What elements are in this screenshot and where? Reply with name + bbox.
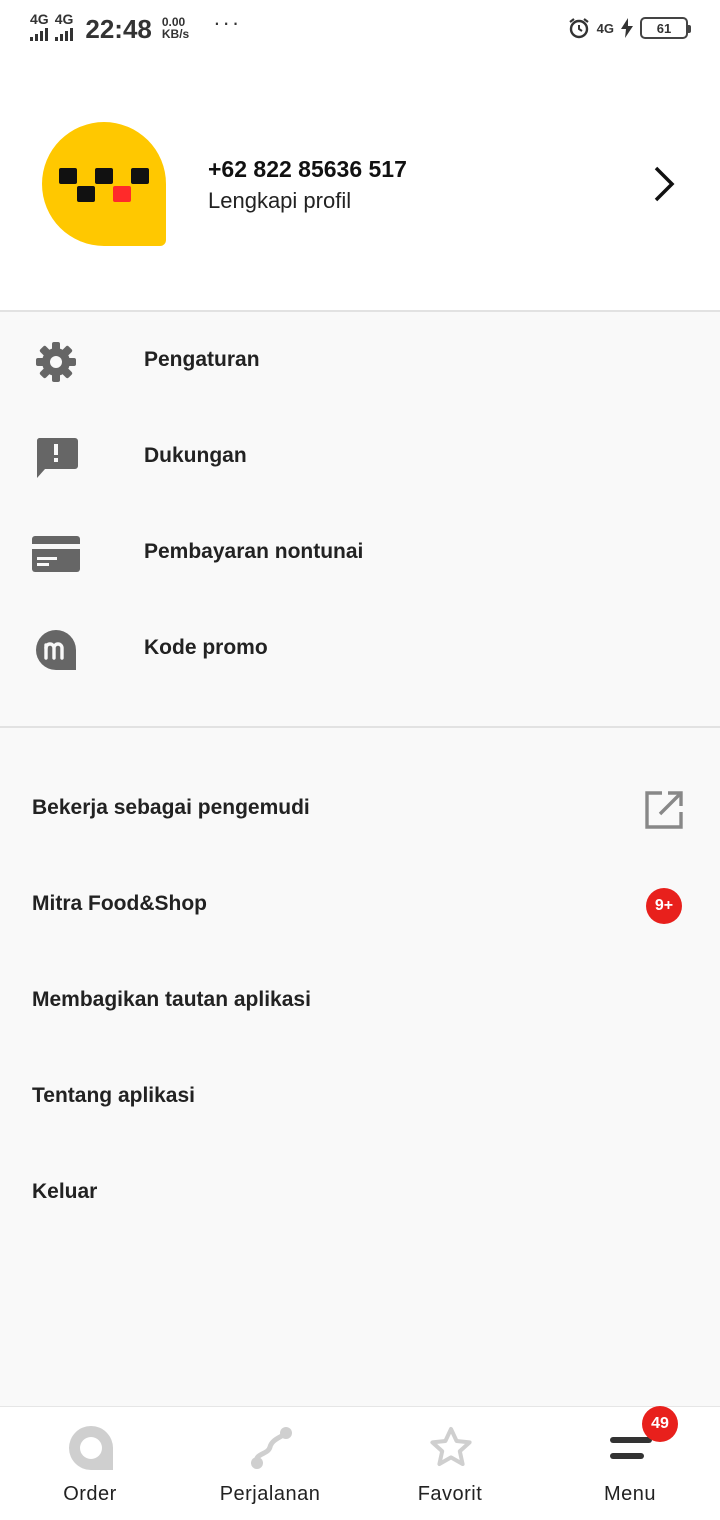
nav-tab-label: Favorit — [417, 1483, 483, 1505]
nav-tab-perjalanan[interactable]: Perjalanan — [180, 1407, 360, 1520]
battery-level: 61 — [656, 20, 672, 36]
notification-badge: 9+ — [646, 888, 682, 924]
avatar-logo-square — [77, 186, 95, 202]
avatar-logo-square — [131, 168, 149, 184]
network-speed: 0.00 KB/s — [161, 15, 190, 41]
more-notifications-icon: ··· — [213, 10, 242, 35]
charging-icon — [621, 18, 633, 38]
nav-tab-favorit[interactable]: Favorit — [360, 1407, 540, 1520]
menu-item-mitra-food-shop[interactable]: Mitra Food&Shop 9+ — [0, 858, 720, 954]
external-link-icon — [645, 791, 683, 829]
menu-item-label: Mitra Food&Shop — [32, 892, 207, 915]
nav-tab-label: Menu — [603, 1483, 657, 1505]
menu-notification-badge: 49 — [642, 1406, 678, 1442]
menu-item-label: Kode promo — [144, 636, 268, 659]
route-icon — [251, 1427, 292, 1469]
menu-item-bagikan-tautan[interactable]: Membagikan tautan aplikasi — [0, 954, 720, 1050]
support-chat-icon — [36, 438, 78, 478]
avatar-logo-square — [113, 186, 131, 202]
status-time: 22:48 — [85, 14, 152, 44]
network-indicator-1: 4G — [30, 12, 49, 41]
menu-item-label: Pengaturan — [144, 348, 260, 371]
nav-tab-order[interactable]: Order — [0, 1407, 180, 1520]
avatar-logo-square — [95, 168, 113, 184]
profile-subtitle: Lengkapi profil — [208, 188, 352, 213]
gear-icon — [36, 342, 76, 382]
menu-item-kode-promo[interactable]: Kode promo — [0, 602, 720, 698]
menu-item-dukungan[interactable]: Dukungan — [0, 410, 720, 506]
chevron-right-icon[interactable] — [646, 160, 686, 208]
menu-item-keluar[interactable]: Keluar — [0, 1146, 720, 1242]
avatar-logo-square — [59, 168, 77, 184]
menu-item-label: Dukungan — [144, 444, 247, 467]
primary-menu: Pengaturan Dukungan Pembayaran nontunai … — [0, 314, 720, 728]
menu-item-pembayaran[interactable]: Pembayaran nontunai — [0, 506, 720, 602]
promo-icon — [36, 630, 76, 670]
menu-item-bekerja-pengemudi[interactable]: Bekerja sebagai pengemudi — [0, 762, 720, 858]
nav-tab-label: Order — [63, 1483, 117, 1505]
star-icon — [430, 1427, 472, 1466]
network-indicator-2: 4G — [55, 12, 74, 41]
menu-item-label: Pembayaran nontunai — [144, 540, 364, 563]
card-icon — [32, 536, 80, 572]
battery-icon: 61 — [640, 17, 691, 39]
profile-phone: +62 822 85636 517 — [208, 156, 407, 182]
bottom-navigation: Order Perjalanan Favorit Menu — [0, 1406, 720, 1520]
status-bar: 4G 4G 22:48 0.00 KB/s ··· 4G 61 — [0, 0, 720, 56]
menu-item-label: Membagikan tautan aplikasi — [32, 988, 311, 1011]
menu-item-label: Tentang aplikasi — [32, 1084, 195, 1107]
avatar — [42, 122, 166, 246]
network-type: 4G — [596, 20, 614, 36]
order-icon — [69, 1426, 113, 1470]
menu-item-tentang-aplikasi[interactable]: Tentang aplikasi — [0, 1050, 720, 1146]
alarm-icon — [568, 18, 589, 39]
nav-tab-menu[interactable]: Menu — [540, 1407, 720, 1520]
signal-bars-icon — [55, 27, 74, 41]
nav-tab-label: Perjalanan — [219, 1483, 321, 1505]
profile-header[interactable]: +62 822 85636 517 Lengkapi profil — [0, 56, 720, 312]
signal-bars-icon — [30, 27, 49, 41]
menu-item-label: Bekerja sebagai pengemudi — [32, 796, 310, 819]
menu-item-pengaturan[interactable]: Pengaturan — [0, 314, 720, 410]
menu-item-label: Keluar — [32, 1180, 98, 1203]
